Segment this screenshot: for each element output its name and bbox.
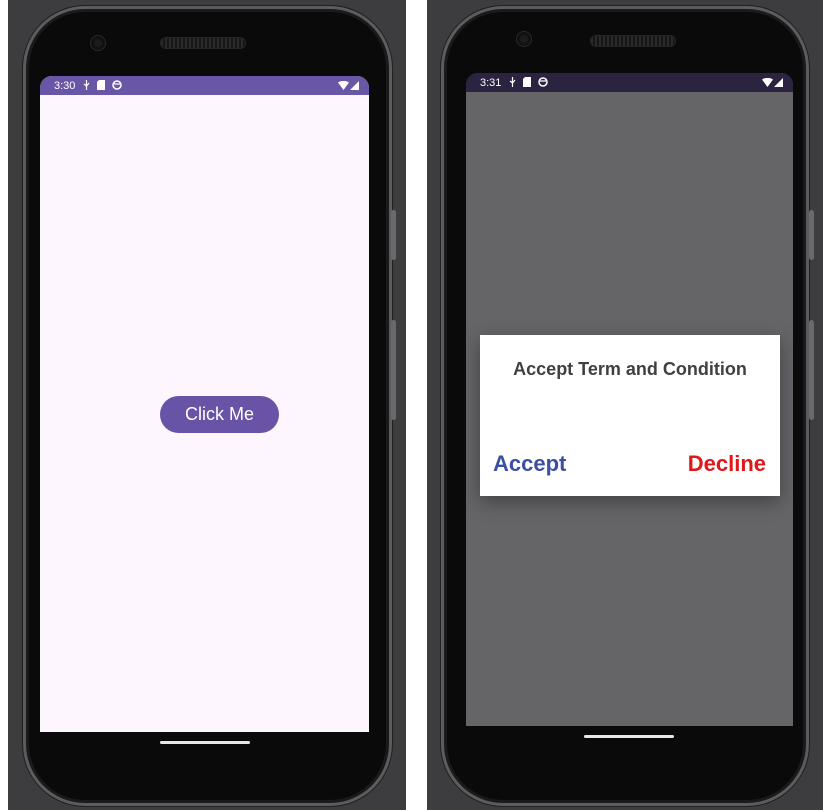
signal-icon (774, 74, 783, 92)
sd-card-icon (97, 77, 106, 95)
usb-icon (83, 77, 90, 95)
phone-frame: 3:31 Accept Term and Condition Accept De… (441, 6, 809, 806)
front-camera (517, 32, 531, 46)
left-emulator-panel: 3:30 Click Me (8, 0, 406, 810)
front-camera (91, 36, 105, 50)
right-emulator-panel: 3:31 Accept Term and Condition Accept De… (427, 0, 823, 810)
decline-button[interactable]: Decline (688, 451, 766, 477)
power-button (391, 320, 396, 420)
earpiece-speaker (591, 36, 675, 46)
signal-icon (350, 77, 359, 95)
home-gesture-bar[interactable] (584, 735, 674, 738)
terms-alert-dialog: Accept Term and Condition Accept Decline (480, 335, 780, 496)
phone-screen: 3:30 Click Me (40, 76, 369, 732)
status-bar: 3:31 (466, 73, 793, 92)
click-me-button[interactable]: Click Me (160, 396, 279, 433)
status-bar: 3:30 (40, 76, 369, 95)
earpiece-speaker (161, 38, 245, 48)
accept-button[interactable]: Accept (493, 451, 566, 477)
usb-icon (509, 74, 516, 92)
phone-frame: 3:30 Click Me (23, 6, 392, 806)
volume-button (809, 210, 814, 260)
sd-card-icon (523, 74, 532, 92)
power-button (809, 320, 814, 420)
home-gesture-bar[interactable] (160, 741, 250, 744)
face-icon (538, 74, 549, 92)
phone-screen: 3:31 Accept Term and Condition Accept De… (466, 73, 793, 726)
dialog-title: Accept Term and Condition (513, 359, 747, 379)
wifi-icon (338, 77, 349, 95)
status-time: 3:30 (54, 79, 76, 92)
volume-button (391, 210, 396, 260)
face-icon (112, 77, 123, 95)
status-time: 3:31 (480, 76, 502, 89)
wifi-icon (762, 74, 773, 92)
